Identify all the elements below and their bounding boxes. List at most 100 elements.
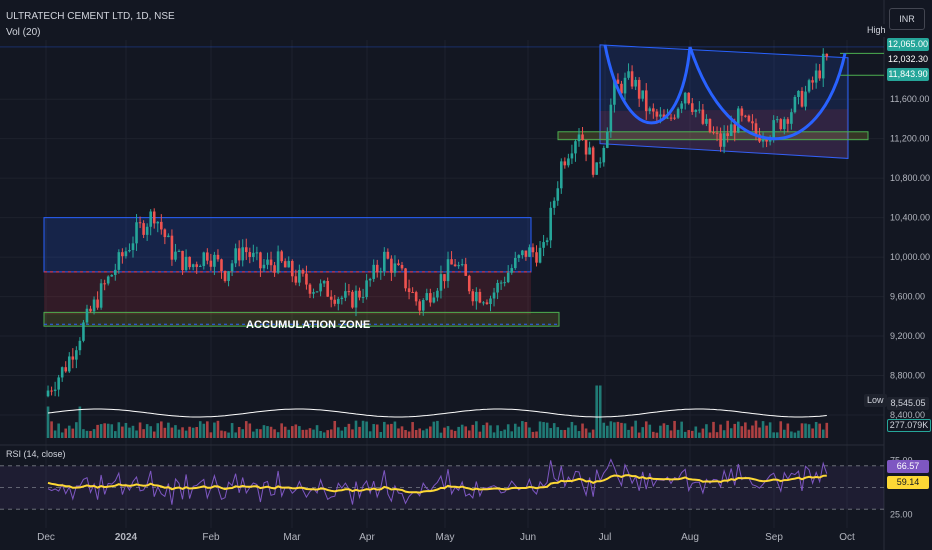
volume-bar [202,423,206,438]
volume-bar [513,423,517,438]
volume-bar [676,429,680,438]
volume-bar [315,425,319,438]
candle-body [559,161,563,189]
volume-bar [705,424,708,438]
candle-body [188,256,191,268]
candle-body [64,367,68,372]
volume-bar [751,425,754,438]
volume-bar [729,428,733,438]
candle-body [701,109,705,124]
volume-bar [82,429,85,438]
time-tick-label: Dec [37,532,55,543]
candle-body [241,247,245,261]
candle-body [705,118,708,124]
candle-body [460,264,464,266]
volume-bar [244,421,248,438]
volume-bar [368,431,372,438]
candle-body [50,390,53,392]
volume-bar [446,426,450,438]
volume-bar [329,429,333,438]
candle-body [368,278,372,281]
candle-body [329,296,333,300]
volume-bar [121,426,124,438]
volume-bar [574,425,577,438]
candle-body [365,280,368,298]
volume-bar [64,428,68,438]
candle-body [673,117,676,119]
candle-body [99,283,103,308]
candle-body [273,265,276,273]
volume-bar [708,432,712,438]
volume-bar [620,422,623,438]
volume-bar [167,422,170,438]
candle-body [609,104,613,132]
candle-body [510,268,514,273]
volume-bar [443,427,446,438]
volume-bar [453,430,457,438]
volume-bar [655,432,659,438]
candle-body [312,292,315,294]
volume-bar [439,432,443,438]
volume-bar [220,430,223,438]
volume-bar [262,425,266,438]
volume-bar [227,432,230,438]
candle-body [237,248,241,261]
volume-bar [556,427,560,438]
volume-bar [92,429,96,438]
price-tick-label: 8,800.00 [890,371,925,381]
candle-body [57,377,60,390]
candle-body [503,282,506,284]
price-tick-label: 9,200.00 [890,331,925,341]
volume-bar [793,432,797,438]
volume-bar [361,420,365,438]
currency-selector[interactable]: INR [889,8,925,30]
candle-body [549,207,552,241]
candle-body [825,53,829,57]
price-tick-label: 10,400.00 [890,213,930,223]
candle-body [496,282,499,293]
volume-bar [680,421,683,438]
candle-body [775,119,779,121]
volume-bar [559,429,563,438]
volume-bar [825,422,829,438]
candle-body [744,115,747,117]
candle-body [276,251,280,273]
candle-body [453,264,457,267]
candle-body [538,247,542,263]
volume-bar [690,430,694,438]
candle-body [715,132,719,134]
candle-body [729,124,733,136]
volume-bar [765,425,768,438]
candle-body [531,247,535,253]
volume-bar [503,429,506,438]
candle-body [326,280,329,297]
volume-bar [747,429,751,438]
candle-body [347,291,351,293]
candle-body [298,269,301,283]
candle-body [145,226,149,235]
volume-bar [542,422,545,438]
volume-value-tag: 277.079K [887,419,931,432]
candle-body [627,71,630,78]
volume-bar [775,432,779,438]
candle-body [234,248,237,264]
candle-body [287,260,291,268]
volume-bar [266,426,269,438]
candle-body [315,291,319,293]
candle-body [818,70,821,79]
candle-body [379,271,383,273]
candle-body [499,282,503,284]
price-chart[interactable]: 11,600.00 11,200.00 10,800.00 10,400.00 10,0… [0,0,932,550]
rsi-label: RSI (14, close) [6,449,66,459]
volume-bar [683,431,687,438]
candle-body [266,259,269,265]
price-tick-label: 11,200.00 [890,134,929,144]
candle-body [598,162,602,164]
volume-bar [110,424,114,438]
volume-bar [411,422,414,438]
volume-bar [365,421,368,438]
candle-body [492,292,496,299]
volume-bar [467,430,471,438]
volume-bar [779,421,783,438]
volume-bar [425,428,429,438]
